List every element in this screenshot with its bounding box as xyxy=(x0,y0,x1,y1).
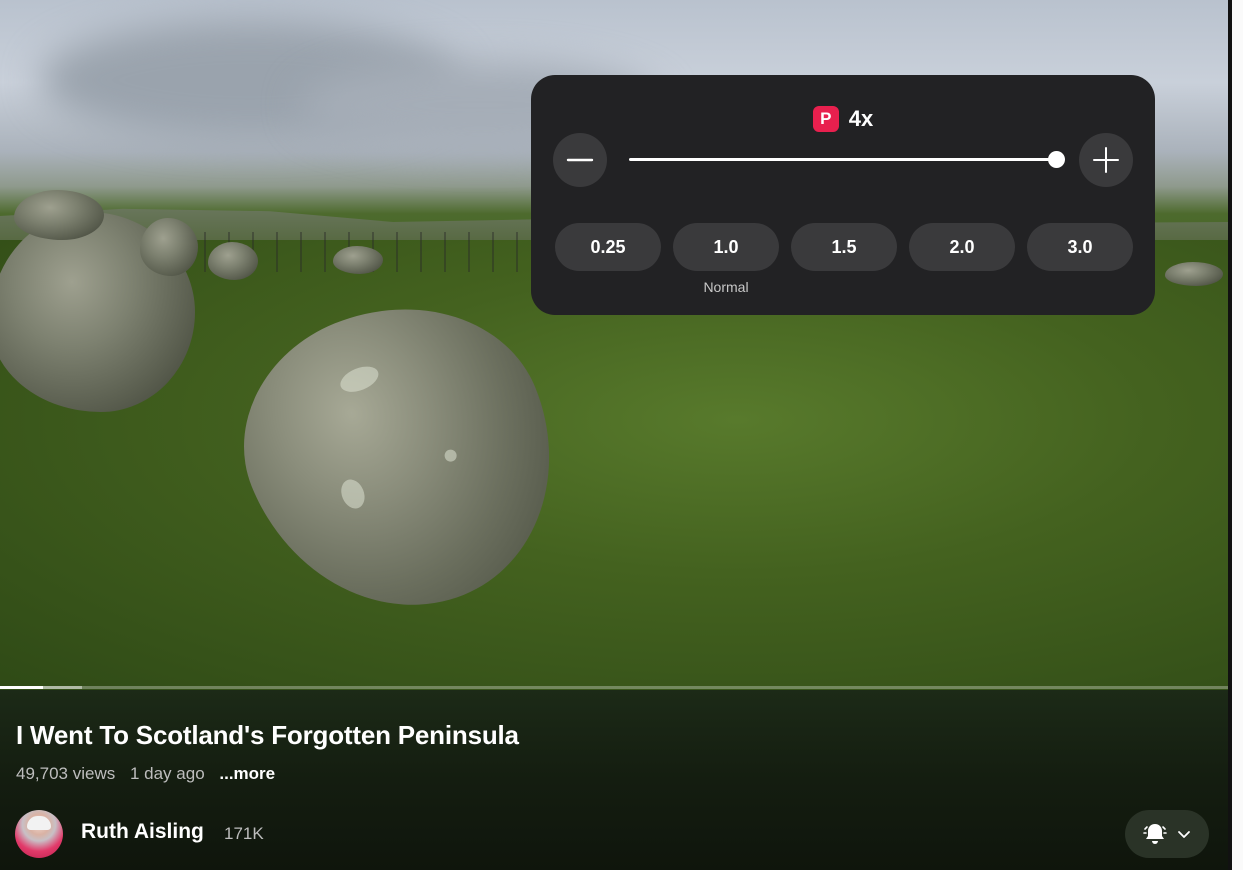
scrollbar-thumb[interactable] xyxy=(1228,0,1232,870)
view-count: 49,703 views xyxy=(16,764,116,783)
video-info: I Went To Scotland's Forgotten Peninsula… xyxy=(0,690,1228,870)
video-meta: 49,703 views 1 day ago ...more xyxy=(16,764,285,784)
channel-name[interactable]: Ruth Aisling xyxy=(81,820,204,844)
chevron-down-icon xyxy=(1178,831,1190,838)
standing-stone xyxy=(333,246,383,274)
subscriber-count: 171K xyxy=(224,824,264,843)
premium-badge: P xyxy=(812,106,839,132)
notification-button[interactable] xyxy=(1125,810,1209,858)
increase-speed-button[interactable] xyxy=(1079,133,1133,187)
speed-preset-3.0[interactable]: 3.0 xyxy=(1027,223,1133,271)
standing-stone xyxy=(1165,262,1223,286)
plus-icon xyxy=(1093,147,1119,173)
speed-slider-thumb[interactable] xyxy=(1048,151,1065,168)
normal-speed-label: Normal xyxy=(703,279,749,295)
speed-slider[interactable] xyxy=(629,151,1065,168)
decrease-speed-button[interactable] xyxy=(553,133,607,187)
bell-icon xyxy=(1143,824,1167,844)
more-button[interactable]: ...more xyxy=(219,764,275,783)
speed-preset-0.25[interactable]: 0.25 xyxy=(555,223,661,271)
video-title[interactable]: I Went To Scotland's Forgotten Peninsula xyxy=(16,720,519,751)
avatar[interactable] xyxy=(15,810,63,858)
standing-stone xyxy=(14,190,104,240)
progress-bar[interactable] xyxy=(0,686,1228,689)
scrollbar[interactable] xyxy=(1228,0,1243,870)
speed-preset-2.0[interactable]: 2.0 xyxy=(909,223,1015,271)
avatar-hat xyxy=(27,816,51,830)
playback-speed-panel: P 4x 0.25 1.0 1.5 2.0 3.0 Normal xyxy=(531,75,1155,315)
standing-stone xyxy=(208,242,258,280)
speed-preset-1.0[interactable]: 1.0 xyxy=(673,223,779,271)
speed-header: P 4x xyxy=(531,106,1155,132)
progress-fill xyxy=(0,686,43,689)
current-speed: 4x xyxy=(848,106,874,131)
minus-icon xyxy=(566,158,594,162)
speed-presets: 0.25 1.0 1.5 2.0 3.0 xyxy=(555,223,1133,271)
upload-age: 1 day ago xyxy=(129,764,205,783)
speed-preset-1.5[interactable]: 1.5 xyxy=(791,223,897,271)
standing-stone xyxy=(140,218,198,276)
